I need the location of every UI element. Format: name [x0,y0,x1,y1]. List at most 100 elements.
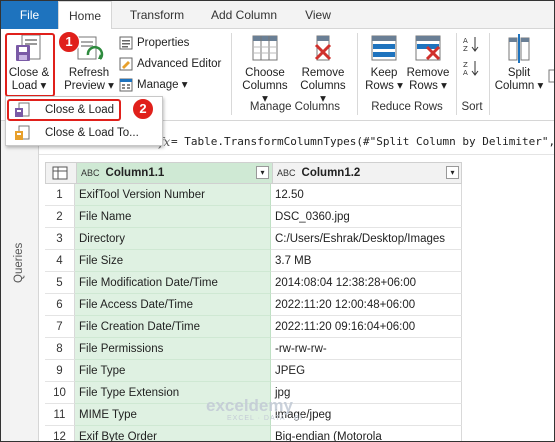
row-number: 1 [45,184,75,206]
row-number: 6 [45,294,75,316]
table-row: 7 File Creation Date/Time 2022:11:20 09:16… [45,316,462,338]
row-number: 2 [45,206,75,228]
text-type-icon[interactable]: ABC [277,168,296,178]
row-number: 7 [45,316,75,338]
svg-text:Z: Z [463,61,468,69]
step-badge-2: 2 [132,98,154,120]
group-label-reduce-rows: Reduce Rows [371,101,443,113]
table-row: 6 File Access Date/Time 2022:11:20 12:00:4… [45,294,462,316]
row-number: 5 [45,272,75,294]
cell-column1-2[interactable]: Big-endian (Motorola [271,426,462,441]
cell-column1-2[interactable]: DSC_0360.jpg [271,206,462,228]
queries-pane[interactable]: Queries [1,121,39,441]
group-separator [489,33,490,115]
menu-item-close-and-load-to[interactable]: Close & Load To... [8,122,160,144]
formula-text[interactable]: = Table.TransformColumnTypes(#"Split Col… [171,135,554,148]
split-column-button[interactable]: Split Column ▾ [494,33,544,97]
split-column-icon [508,34,530,63]
remove-rows-button[interactable]: Remove Rows ▾ [405,33,451,97]
column-header-2[interactable]: ABC Column1.2 ▾ [272,163,462,183]
table-row: 2 File Name DSC_0360.jpg [45,206,462,228]
remove-columns-icon [314,35,332,61]
tab-file[interactable]: File [1,1,58,29]
tab-view[interactable]: View [293,1,343,29]
properties-button[interactable]: Properties [119,34,189,52]
column-header-2-label: Column1.2 [301,167,361,179]
group-by-button[interactable] [547,69,554,89]
table-row: 5 File Modification Date/Time 2014:08:04 1… [45,272,462,294]
cell-column1-1[interactable]: File Access Date/Time [75,294,271,316]
keep-rows-icon [371,35,397,61]
table-row: 4 File Size 3.7 MB [45,250,462,272]
manage-icon [119,78,133,92]
choose-columns-button[interactable]: Choose Columns ▾ [239,33,291,105]
row-number: 10 [45,382,75,404]
remove-rows-icon [415,35,441,61]
cell-column1-1[interactable]: File Name [75,206,271,228]
power-query-editor-window: File Home Transform Add Column View Clos… [0,0,555,442]
advanced-editor-button[interactable]: Advanced Editor [119,55,221,73]
cell-column1-1[interactable]: ExifTool Version Number [75,184,271,206]
keep-rows-button[interactable]: Keep Rows ▾ [363,33,405,97]
row-number: 9 [45,360,75,382]
properties-icon [119,36,133,50]
text-type-icon[interactable]: ABC [81,168,100,178]
column-header-1-label: Column1.1 [105,167,165,179]
svg-text:A: A [463,69,468,77]
cell-column1-2[interactable]: JPEG [271,360,462,382]
remove-columns-button[interactable]: Remove Columns ▾ [297,33,349,105]
cell-column1-1[interactable]: Directory [75,228,271,250]
cell-column1-2[interactable]: 12.50 [271,184,462,206]
row-number: 4 [45,250,75,272]
sort-ascending-button[interactable]: AZ [460,35,482,55]
filter-dropdown-icon[interactable]: ▾ [446,166,459,179]
table-row: 9 File Type JPEG [45,360,462,382]
group-by-icon [548,69,554,83]
table-row: 8 File Permissions -rw-rw-rw- [45,338,462,360]
cell-column1-2[interactable]: 3.7 MB [271,250,462,272]
cell-column1-2[interactable]: 2022:11:20 09:16:04+06:00 [271,316,462,338]
group-separator [357,33,358,115]
group-label-sort: Sort [461,101,483,113]
svg-text:A: A [463,37,468,45]
filter-dropdown-icon[interactable]: ▾ [256,166,269,179]
group-separator [231,33,232,115]
cell-column1-2[interactable]: jpg [271,382,462,404]
sort-descending-button[interactable]: ZA [460,59,482,79]
close-and-load-menu-highlight [7,99,121,121]
advanced-editor-icon [119,57,133,71]
close-and-load-to-icon [15,125,30,140]
cell-column1-1[interactable]: File Creation Date/Time [75,316,271,338]
step-badge-1: 1 [58,31,80,53]
cell-column1-1[interactable]: File Modification Date/Time [75,272,271,294]
tab-home[interactable]: Home [58,1,112,30]
cell-column1-2[interactable]: 2014:08:04 12:38:28+06:00 [271,272,462,294]
group-label-manage-columns: Manage Columns [249,101,341,113]
tab-transform[interactable]: Transform [117,1,197,29]
row-number: 12 [45,426,75,441]
watermark-tagline: EXCEL · DATA · BI [227,415,303,422]
table-row: 12 Exif Byte Order Big-endian (Motorola [45,426,462,441]
cell-column1-1[interactable]: File Size [75,250,271,272]
choose-columns-icon [252,35,278,61]
queries-pane-label: Queries [13,242,25,283]
manage-button[interactable]: Manage ▾ [119,76,188,94]
cell-column1-2[interactable]: 2022:11:20 12:00:48+06:00 [271,294,462,316]
cell-column1-1[interactable]: File Type [75,360,271,382]
cell-column1-2[interactable]: -rw-rw-rw- [271,338,462,360]
cell-column1-2[interactable]: C:/Users/Eshrak/Desktop/Images [271,228,462,250]
table-menu-icon[interactable] [52,163,72,183]
table-row: 1 ExifTool Version Number 12.50 [45,184,462,206]
table-row: 3 Directory C:/Users/Eshrak/Desktop/Images [45,228,462,250]
cell-column1-1[interactable]: Exif Byte Order [75,426,271,441]
sort-descending-icon: ZA [463,61,479,77]
ribbon-tab-bar: File Home Transform Add Column View [1,1,554,30]
close-and-load-highlight [5,33,55,97]
row-number: 11 [45,404,75,426]
tab-add-column[interactable]: Add Column [201,1,287,29]
row-number: 8 [45,338,75,360]
grid-header-row: ABC Column1.1 ▾ ABC Column1.2 ▾ [45,162,462,184]
cell-column1-1[interactable]: File Permissions [75,338,271,360]
watermark-logo: exceldemy [206,396,293,415]
column-header-1[interactable]: ABC Column1.1 ▾ [76,163,272,183]
